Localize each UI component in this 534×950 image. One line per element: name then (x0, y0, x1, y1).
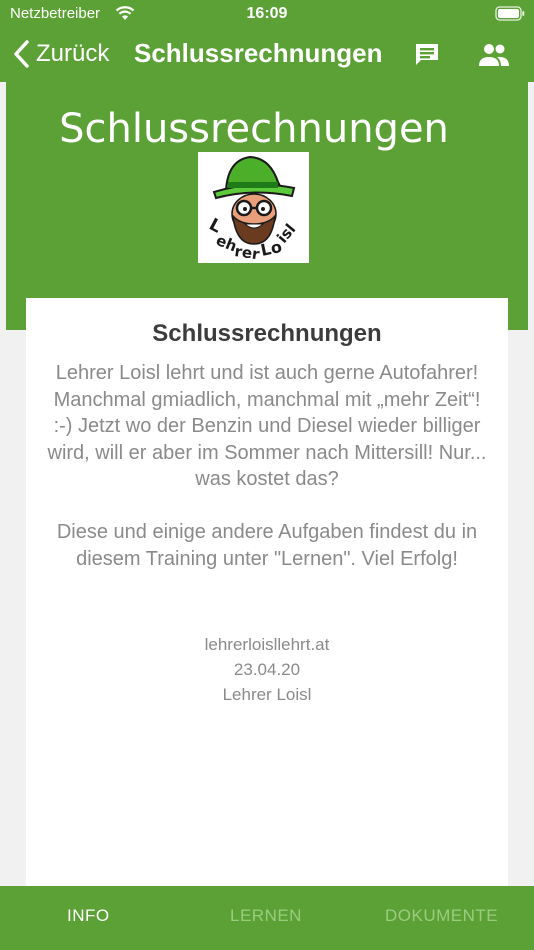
chat-icon[interactable] (413, 41, 441, 69)
clock: 16:09 (246, 5, 288, 22)
info-card: Schlussrechnungen Lehrer Loisl lehrt und… (26, 298, 508, 886)
publish-date: 23.04.20 (233, 660, 301, 679)
tab-bar: INFO LERNEN DOKUMENTE (0, 886, 534, 950)
website-link[interactable]: lehrerloisllehrt.at (26, 632, 508, 657)
status-bar: Netzbetreiber 16:09 (0, 0, 534, 28)
card-description: Lehrer Loisl lehrt und ist auch gerne Au… (47, 362, 487, 570)
header-banner: Schlussrechnungen L eh rer Lo isl (6, 82, 528, 330)
battery-icon (495, 6, 525, 21)
tab-info[interactable]: INFO (67, 906, 110, 926)
banner-title: Schlussrechnungen (59, 106, 449, 152)
chevron-left-icon (14, 40, 29, 68)
card-title: Schlussrechnungen (152, 320, 382, 347)
author-name: Lehrer Loisl (222, 685, 312, 704)
card-meta: lehrerloisllehrt.at 23.04.20 Lehrer Lois… (26, 632, 508, 707)
tab-dokumente[interactable]: DOKUMENTE (385, 906, 498, 926)
back-label: Zurück (36, 40, 110, 67)
tab-lernen[interactable]: LERNEN (230, 906, 302, 926)
lehrer-loisl-logo: L eh rer Lo isl (198, 152, 309, 264)
people-icon[interactable] (478, 42, 510, 68)
back-button[interactable]: Zurück (12, 36, 109, 72)
svg-text:rer: rer (233, 242, 261, 263)
page-title: Schlussrechnungen (134, 38, 383, 68)
navigation-bar: Zurück Schlussrechnungen (0, 28, 534, 82)
